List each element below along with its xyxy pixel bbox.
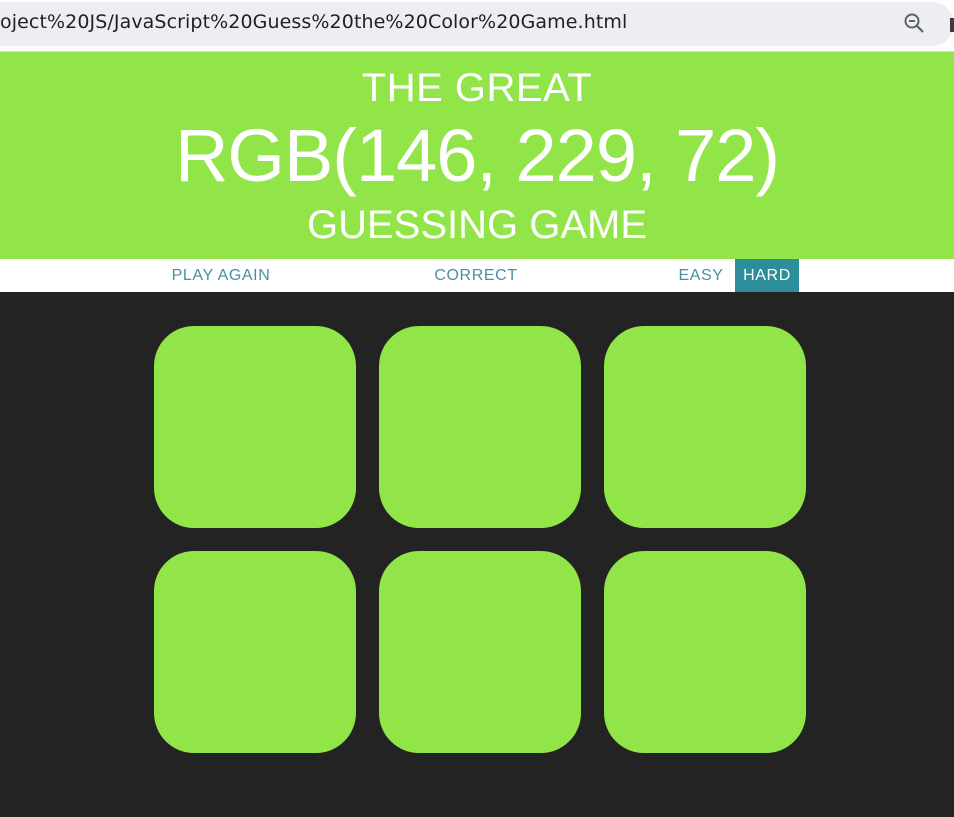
extension-icon[interactable]	[950, 18, 954, 32]
color-square[interactable]	[154, 326, 356, 528]
color-square[interactable]	[154, 551, 356, 753]
address-bar[interactable]: oject%20JS/JavaScript%20Guess%20the%20Co…	[0, 2, 954, 46]
title-line-1: THE GREAT	[361, 66, 593, 110]
address-url[interactable]: oject%20JS/JavaScript%20Guess%20the%20Co…	[0, 11, 627, 33]
zoom-out-icon[interactable]	[903, 12, 925, 34]
color-square[interactable]	[379, 551, 581, 753]
game-header: THE GREAT RGB(146, 229, 72) GUESSING GAM…	[0, 52, 954, 259]
status-message: CORRECT	[434, 267, 518, 284]
color-display: RGB(146, 229, 72)	[174, 114, 780, 197]
hard-mode-button[interactable]: HARD	[735, 259, 799, 292]
easy-mode-button[interactable]: EASY	[672, 259, 730, 292]
color-square[interactable]	[604, 326, 806, 528]
browser-toolbar: oject%20JS/JavaScript%20Guess%20the%20Co…	[0, 0, 954, 52]
title-line-3: GUESSING GAME	[306, 203, 648, 247]
color-square[interactable]	[379, 326, 581, 528]
play-again-button[interactable]: PLAY AGAIN	[160, 259, 282, 292]
color-square[interactable]	[604, 551, 806, 753]
control-stripe: PLAY AGAIN CORRECT EASY HARD	[0, 259, 954, 292]
